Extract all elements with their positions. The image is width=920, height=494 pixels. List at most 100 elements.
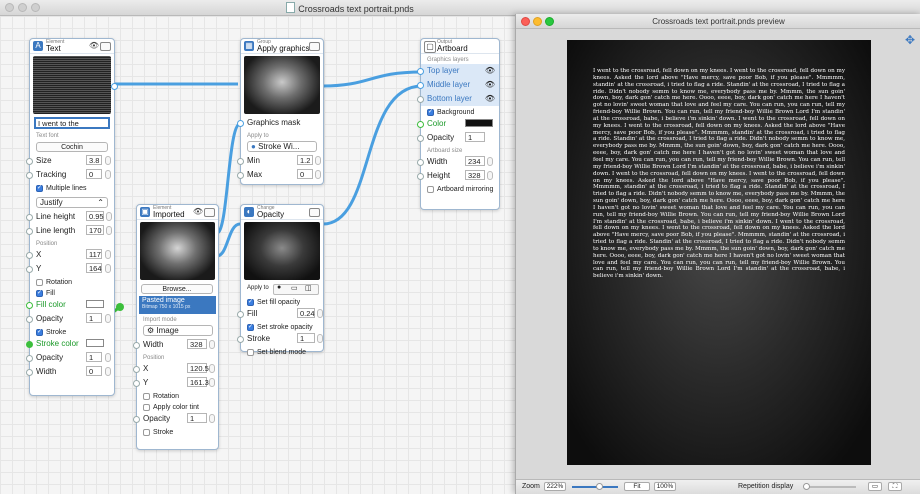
set-stroke-checkbox[interactable]	[247, 323, 254, 331]
stroke-checkbox[interactable]	[143, 429, 150, 436]
min-field[interactable]: 1.2	[297, 155, 313, 165]
browse-button[interactable]: Browse...	[141, 284, 213, 294]
y-port[interactable]	[133, 380, 140, 387]
mask-port[interactable]	[237, 120, 244, 127]
fill-field[interactable]: 0.24	[297, 308, 315, 318]
both-segment-icon[interactable]: ◫	[305, 284, 312, 292]
opacity-port[interactable]	[26, 316, 33, 323]
max-port[interactable]	[237, 172, 244, 179]
preview-canvas[interactable]: I went to the crossroad, fell down on my…	[516, 29, 920, 479]
eye-icon[interactable]: 👁	[485, 80, 495, 89]
visibility-eye-icon[interactable]: 👁	[89, 41, 99, 50]
opacity-stepper[interactable]	[209, 414, 215, 423]
repetition-slider-thumb[interactable]	[803, 483, 810, 490]
eye-icon[interactable]: 👁	[485, 66, 495, 75]
width-stepper[interactable]	[105, 367, 111, 376]
blend-mode-checkbox[interactable]	[247, 349, 254, 356]
split-view-icon[interactable]: ▭	[868, 482, 882, 491]
stroke-color-port[interactable]	[26, 341, 33, 348]
pasted-image-item[interactable]: Pasted image Bitmap 750 x 1015 px	[139, 296, 216, 314]
color-port[interactable]	[417, 121, 424, 128]
text-node[interactable]: A Element Text 👁 I went to the Text font…	[26, 38, 118, 396]
fill-stepper[interactable]	[317, 309, 323, 318]
rotation-checkbox[interactable]	[143, 393, 150, 400]
opacity-field[interactable]: 1	[465, 132, 485, 142]
artboard-node[interactable]: ▢ Output Artboard Graphics layers Top la…	[417, 38, 500, 210]
height-stepper[interactable]	[487, 171, 493, 180]
opacity-node-header[interactable]: ◐ Change Opacity	[241, 205, 323, 220]
x-field[interactable]: 120.5	[187, 363, 209, 373]
opacity-node[interactable]: ◐ Change Opacity Apply to ● ▭ ◫ Set fill op…	[237, 204, 324, 356]
imported-node[interactable]: ▣ Element Imported 👁 Browse... Pasted im…	[133, 204, 219, 450]
stroke-port[interactable]	[237, 336, 244, 343]
background-color-swatch[interactable]	[465, 119, 493, 127]
stroke-stepper[interactable]	[317, 334, 323, 343]
zoom-slider-track[interactable]	[572, 486, 618, 488]
opacity2-stepper[interactable]	[105, 353, 111, 362]
y-stepper[interactable]	[105, 264, 111, 273]
width-field[interactable]: 234	[465, 156, 485, 166]
middle-layer-port[interactable]	[417, 82, 424, 89]
multiple-lines-checkbox[interactable]	[36, 184, 43, 192]
size-port[interactable]	[26, 158, 33, 165]
y-stepper[interactable]	[209, 378, 215, 387]
apply-to-popup[interactable]: ● Stroke Wi...	[247, 141, 317, 152]
line-height-port[interactable]	[26, 214, 33, 221]
opacity2-field[interactable]: 1	[86, 352, 102, 362]
visibility-eye-icon[interactable]: 👁	[193, 207, 203, 216]
opacity-port[interactable]	[133, 416, 140, 423]
height-port[interactable]	[417, 173, 424, 180]
width-stepper[interactable]	[209, 340, 215, 349]
width-field[interactable]: 0	[86, 366, 102, 376]
repetition-slider-track[interactable]	[806, 486, 856, 488]
opacity-port[interactable]	[417, 135, 424, 142]
apply-node-header[interactable]: ▦ Group Apply graphics	[241, 39, 323, 54]
tracking-port[interactable]	[26, 172, 33, 179]
fill-checkbox[interactable]	[36, 289, 43, 297]
alignment-popup[interactable]: Justify ⌃	[36, 197, 108, 208]
height-field[interactable]: 328	[465, 170, 485, 180]
opacity-stepper[interactable]	[105, 314, 111, 323]
eye-icon[interactable]: 👁	[485, 94, 495, 103]
set-fill-checkbox[interactable]	[247, 298, 254, 306]
width-port[interactable]	[26, 369, 33, 376]
apply-graphics-node[interactable]: ▦ Group Apply graphics Graphics mask App…	[237, 38, 324, 185]
zoom-field[interactable]: 222%	[544, 482, 566, 491]
font-picker-button[interactable]: Cochin	[36, 142, 108, 152]
width-stepper[interactable]	[487, 157, 493, 166]
rotation-checkbox[interactable]	[36, 279, 43, 286]
line-length-field[interactable]: 170	[86, 225, 104, 235]
tracking-field[interactable]: 0	[86, 169, 102, 179]
opacity2-port[interactable]	[26, 355, 33, 362]
node-menu-icon[interactable]	[309, 42, 320, 51]
fill-port[interactable]	[237, 311, 244, 318]
fill-segment-icon[interactable]: ●	[277, 284, 281, 291]
node-menu-icon[interactable]	[204, 208, 215, 217]
bottom-layer-port[interactable]	[417, 96, 424, 103]
move-crosshair-icon[interactable]: ✥	[905, 33, 915, 47]
x-field[interactable]: 117	[86, 249, 102, 259]
stroke-segment-icon[interactable]: ▭	[291, 284, 298, 292]
tracking-stepper[interactable]	[105, 170, 111, 179]
y-field[interactable]: 161.3	[187, 377, 209, 387]
background-checkbox[interactable]	[427, 108, 434, 116]
fullscreen-icon[interactable]: ⛶	[888, 482, 902, 491]
min-port[interactable]	[237, 158, 244, 165]
import-mode-popup[interactable]: ⚙ Image	[143, 325, 213, 336]
max-stepper[interactable]	[315, 170, 321, 179]
stroke-color-swatch[interactable]	[86, 339, 104, 347]
fill-color-swatch[interactable]	[86, 300, 104, 308]
fit-button[interactable]: Fit	[624, 482, 650, 491]
mirroring-checkbox[interactable]	[427, 186, 434, 193]
stroke-field[interactable]: 1	[297, 333, 315, 343]
imported-node-header[interactable]: ▣ Element Imported 👁	[137, 205, 218, 220]
size-stepper[interactable]	[105, 156, 111, 165]
artboard-node-header[interactable]: ▢ Output Artboard	[421, 39, 499, 54]
opacity-field[interactable]: 1	[187, 413, 207, 423]
line-height-stepper[interactable]	[106, 212, 112, 221]
line-length-port[interactable]	[26, 228, 33, 235]
node-menu-icon[interactable]	[309, 208, 320, 217]
size-field[interactable]: 3.8	[86, 155, 102, 165]
x-port[interactable]	[26, 252, 33, 259]
zoom-slider-thumb[interactable]	[596, 483, 603, 490]
